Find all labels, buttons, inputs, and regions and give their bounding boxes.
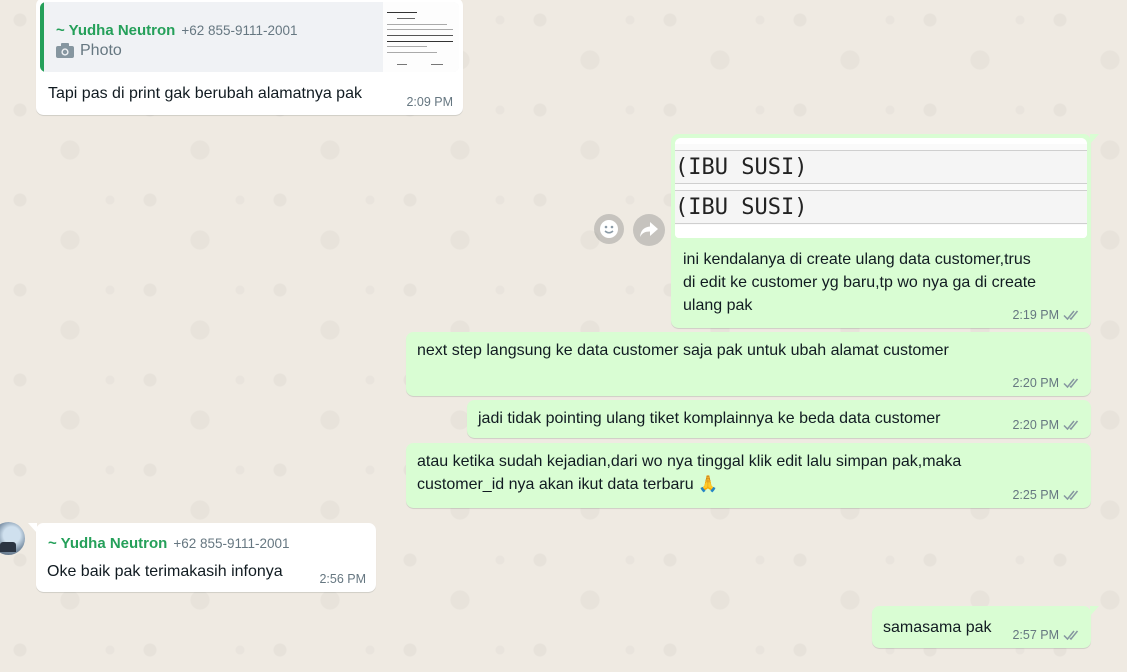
message-time: 2:20 PM: [1012, 376, 1059, 390]
message-time: 2:09 PM: [406, 95, 453, 109]
quoted-media-label: Photo: [56, 39, 122, 62]
message-text: Tapi pas di print gak berubah alamatnya …: [48, 85, 362, 102]
message-time: 2:56 PM: [319, 572, 366, 586]
react-button[interactable]: [594, 214, 624, 244]
message-incoming[interactable]: ~ Yudha Neutron +62 855-9111-2001 Oke bai…: [28, 523, 376, 592]
message-meta: 2:25 PM: [1012, 488, 1081, 502]
quote-bar: [40, 2, 44, 72]
message-outgoing[interactable]: samasama pak 2:57 PM: [872, 606, 1099, 648]
message-meta: 2:09 PM: [406, 95, 453, 109]
message-incoming[interactable]: ~ Yudha Neutron +62 855-9111-2001 Photo T…: [36, 0, 463, 115]
message-meta: 2:56 PM: [319, 572, 366, 586]
sender-phone[interactable]: +62 855-9111-2001: [173, 536, 289, 551]
image-text-line: (IBU SUSI): [675, 150, 1087, 184]
emoji-icon: [600, 220, 618, 238]
message-meta: 2:57 PM: [1012, 628, 1081, 642]
sender-line: ~ Yudha Neutron +62 855-9111-2001: [48, 534, 290, 554]
message-text: Oke baik pak terimakasih infonya: [47, 563, 283, 580]
attached-image[interactable]: (IBU SUSI) (IBU SUSI): [675, 138, 1087, 238]
read-ticks-icon: [1063, 310, 1079, 321]
message-time: 2:20 PM: [1012, 418, 1059, 432]
quoted-photo-thumbnail[interactable]: [383, 2, 459, 72]
message-meta: 2:19 PM: [1012, 308, 1081, 322]
read-ticks-icon: [1063, 490, 1079, 501]
photo-label: Photo: [80, 42, 122, 59]
message-outgoing[interactable]: next step langsung ke data customer saja…: [406, 332, 1091, 396]
message-outgoing[interactable]: jadi tidak pointing ulang tiket komplain…: [467, 400, 1091, 438]
quoted-sender-phone: +62 855-9111-2001: [181, 23, 298, 38]
read-ticks-icon: [1063, 420, 1079, 431]
message-text: samasama pak: [883, 619, 992, 636]
message-text: jadi tidak pointing ulang tiket komplain…: [478, 410, 941, 427]
image-text-line: (IBU SUSI): [675, 190, 1087, 224]
forward-button[interactable]: [633, 214, 665, 246]
message-meta: 2:20 PM: [1012, 376, 1081, 390]
quoted-sender-name: ~ Yudha Neutron: [56, 22, 176, 39]
message-outgoing[interactable]: atau ketika sudah kejadian,dari wo nya t…: [406, 443, 1091, 508]
message-text: atau ketika sudah kejadian,dari wo nya t…: [417, 453, 962, 493]
forward-icon: [640, 222, 658, 237]
message-meta: 2:20 PM: [1012, 418, 1081, 432]
message-text: ini kendalanya di create ulang data cust…: [683, 251, 1037, 314]
camera-icon: [56, 43, 74, 58]
sender-name[interactable]: ~ Yudha Neutron: [48, 535, 167, 552]
read-ticks-icon: [1063, 378, 1079, 389]
quoted-message[interactable]: ~ Yudha Neutron +62 855-9111-2001 Photo: [40, 2, 459, 72]
message-time: 2:19 PM: [1012, 308, 1059, 322]
message-time: 2:25 PM: [1012, 488, 1059, 502]
message-time: 2:57 PM: [1012, 628, 1059, 642]
message-outgoing[interactable]: (IBU SUSI) (IBU SUSI) ini kendalanya di …: [671, 134, 1099, 328]
message-text: next step langsung ke data customer saja…: [417, 342, 949, 359]
read-ticks-icon: [1063, 630, 1079, 641]
